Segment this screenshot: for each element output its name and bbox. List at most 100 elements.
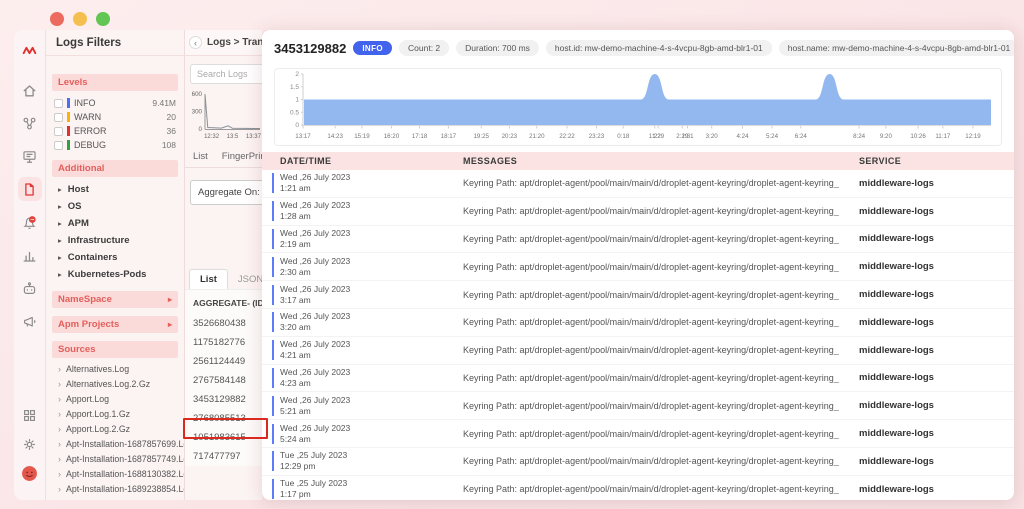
log-datetime-cell: Wed ,26 July 20234:23 am [262,367,457,389]
log-level-bar [272,368,274,388]
expand-right-icon: ▸ [168,295,172,304]
svg-text:0:18: 0:18 [617,133,630,140]
dashboards-chart-icon[interactable] [18,243,42,267]
aggregate-id-item[interactable]: 717477797 [185,447,262,466]
level-checkbox[interactable] [54,127,63,136]
svg-text:20:23: 20:23 [502,133,518,140]
source-item[interactable]: ›Apt-Installation-1687857699.Log [46,436,184,451]
source-item[interactable]: ›Apt-Installation-1688130382.Log [46,466,184,481]
log-table-row[interactable]: Wed ,26 July 20233:20 amKeyring Path: ap… [262,309,1014,337]
log-table-row[interactable]: Wed ,26 July 20234:23 amKeyring Path: ap… [262,365,1014,393]
apps-grid-icon[interactable] [18,403,42,427]
source-item[interactable]: ›Apt-Installation-1689238854.Log [46,481,184,496]
attribute-pill: host.name: mw-demo-machine-4-s-4vcpu-8gb… [779,40,1014,56]
source-item[interactable]: ›Apt-Installation-1687857749.Log [46,451,184,466]
log-datetime-text: Wed ,26 July 20233:17 am [280,284,350,306]
level-checkbox[interactable] [54,113,63,122]
aggregate-id-item[interactable]: 2767584148 [185,371,262,390]
chevron-right-icon: › [58,454,61,464]
additional-filter-kubernetes-pods[interactable]: ▸Kubernetes-Pods [46,266,184,283]
log-datetime-cell: Wed ,26 July 20233:17 am [262,284,457,306]
level-filter-row[interactable]: ERROR36 [54,124,176,138]
logs-icon[interactable] [18,177,42,201]
log-table-row[interactable]: Wed ,26 July 20234:21 amKeyring Path: ap… [262,337,1014,365]
additional-filter-apm[interactable]: ▸APM [46,215,184,232]
source-item[interactable]: ›Alternatives.Log [46,361,184,376]
log-table-row[interactable]: Tue ,25 July 20231:17 pmKeyring Path: ap… [262,476,1014,500]
svg-text:2:31: 2:31 [682,133,695,140]
aggregate-id-item[interactable]: 3526680438 [185,314,262,333]
minimize-window-button[interactable] [73,12,87,26]
log-message: Keyring Path: apt/droplet-agent/pool/mai… [457,178,859,188]
level-filter-row[interactable]: WARN20 [54,110,176,124]
source-item[interactable]: ›Apport.Log.2.Gz [46,421,184,436]
log-message: Keyring Path: apt/droplet-agent/pool/mai… [457,317,859,327]
alerts-bell-icon[interactable] [18,210,42,234]
log-table-row[interactable]: Wed ,26 July 20231:21 amKeyring Path: ap… [262,170,1014,198]
infrastructure-monitor-icon[interactable] [18,144,42,168]
log-time: 5:21 am [280,406,350,417]
tab-fingerprint[interactable]: FingerPrint [222,151,262,162]
topology-icon[interactable] [18,111,42,135]
log-table-row[interactable]: Wed ,26 July 20233:17 amKeyring Path: ap… [262,281,1014,309]
log-date: Wed ,26 July 2023 [280,367,350,378]
level-checkbox[interactable] [54,141,63,150]
log-table-row[interactable]: Tue ,25 July 202312:29 pmKeyring Path: a… [262,448,1014,476]
log-message: Keyring Path: apt/droplet-agent/pool/mai… [457,234,859,244]
namespace-section-header[interactable]: NameSpace ▸ [52,291,178,308]
source-label: Apport.Log.2.Gz [66,424,130,434]
sources-section-header[interactable]: Sources [52,341,178,358]
source-item[interactable]: ›Auth.Log [46,496,184,500]
log-table-row[interactable]: Wed ,26 July 20232:19 amKeyring Path: ap… [262,226,1014,254]
additional-filter-host[interactable]: ▸Host [46,181,184,198]
zoom-window-button[interactable] [96,12,110,26]
log-table-row[interactable]: Wed ,26 July 20231:28 amKeyring Path: ap… [262,198,1014,226]
svg-text:1.5: 1.5 [290,84,299,91]
assistant-bot-icon[interactable] [18,276,42,300]
log-table-row[interactable]: Wed ,26 July 20235:24 amKeyring Path: ap… [262,420,1014,448]
user-avatar[interactable] [18,461,42,485]
search-logs-input[interactable] [190,64,262,84]
breadcrumb-path[interactable]: Logs > Transact [207,37,262,48]
close-window-button[interactable] [50,12,64,26]
log-table-row[interactable]: Wed ,26 July 20232:30 amKeyring Path: ap… [262,253,1014,281]
result-tab-json[interactable]: JSON [228,270,262,289]
apm-projects-section-header[interactable]: Apm Projects ▸ [52,316,178,333]
aggregate-id-item[interactable]: 1175182776 [185,333,262,352]
collapse-panel-icon[interactable]: ‹ [189,36,202,49]
log-level-bar [272,229,274,249]
levels-section-header[interactable]: Levels [52,74,178,91]
announcements-icon[interactable] [18,309,42,333]
log-date: Wed ,26 July 2023 [280,395,350,406]
settings-gear-icon[interactable] [18,432,42,456]
additional-section-header[interactable]: Additional [52,160,178,177]
breadcrumb: ‹ Logs > Transact [185,30,262,56]
source-item[interactable]: ›Alternatives.Log.2.Gz [46,376,184,391]
logs-filters-panel: Logs Filters Levels INFO9.41MWARN20ERROR… [46,30,185,500]
log-service: middleware-logs [859,233,1014,244]
additional-label: Host [68,184,89,195]
sources-list: ›Alternatives.Log›Alternatives.Log.2.Gz›… [46,358,184,500]
source-label: Alternatives.Log [66,364,129,374]
log-level-bar [272,312,274,332]
level-label: DEBUG [74,140,158,150]
level-filter-row[interactable]: DEBUG108 [54,138,176,152]
additional-filter-infrastructure[interactable]: ▸Infrastructure [46,232,184,249]
source-item[interactable]: ›Apport.Log [46,391,184,406]
level-filter-row[interactable]: INFO9.41M [54,96,176,110]
result-tab-list[interactable]: List [189,269,228,289]
log-message: Keyring Path: apt/droplet-agent/pool/mai… [457,262,859,272]
level-checkbox[interactable] [54,99,63,108]
source-item[interactable]: ›Apport.Log.1.Gz [46,406,184,421]
log-table-row[interactable]: Wed ,26 July 20235:21 amKeyring Path: ap… [262,392,1014,420]
log-datetime-cell: Wed ,26 July 20234:21 am [262,339,457,361]
additional-filter-containers[interactable]: ▸Containers [46,249,184,266]
log-time: 3:17 am [280,295,350,306]
tab-list[interactable]: List [193,151,208,162]
aggregate-id-item[interactable]: 3453129882 [185,390,262,409]
additional-filter-os[interactable]: ▸OS [46,198,184,215]
log-time: 4:23 am [280,378,350,389]
aggregate-on-button[interactable]: Aggregate On: [190,180,262,205]
aggregate-id-item[interactable]: 2561124449 [185,352,262,371]
home-icon[interactable] [18,78,42,102]
